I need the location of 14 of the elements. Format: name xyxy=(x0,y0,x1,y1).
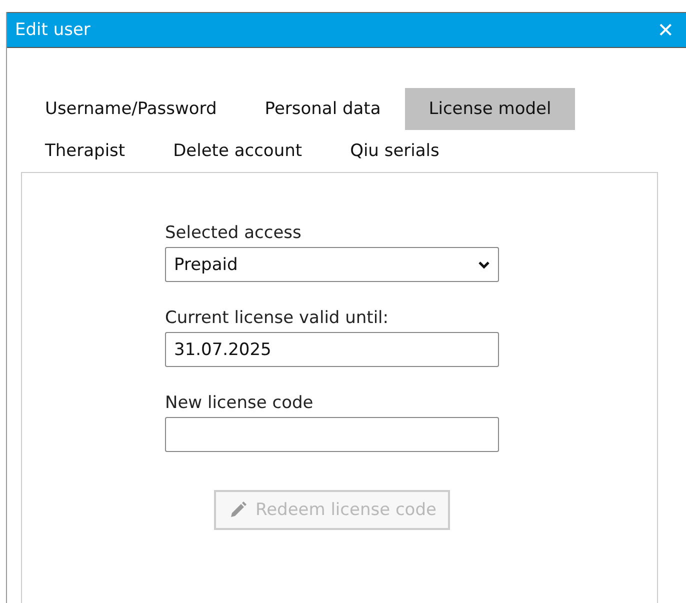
select-field[interactable]: Prepaid xyxy=(165,247,499,282)
field-label: Selected access xyxy=(165,223,302,243)
input-field[interactable]: 31.07.2025 xyxy=(165,332,499,367)
tab[interactable]: Username/Password xyxy=(21,88,241,130)
tab[interactable]: Therapist xyxy=(21,130,150,172)
tab[interactable]: Personal data xyxy=(240,88,405,130)
window-title: Edit user xyxy=(15,20,90,40)
field-label: Current license valid until: xyxy=(165,308,390,328)
chevron-down-icon xyxy=(478,260,490,268)
input-field[interactable] xyxy=(165,417,499,452)
tab[interactable]: Qiu serials xyxy=(326,130,464,172)
tab[interactable]: License model xyxy=(404,88,576,130)
tab[interactable]: Delete account xyxy=(149,130,326,172)
field-label: New license code xyxy=(165,393,314,413)
